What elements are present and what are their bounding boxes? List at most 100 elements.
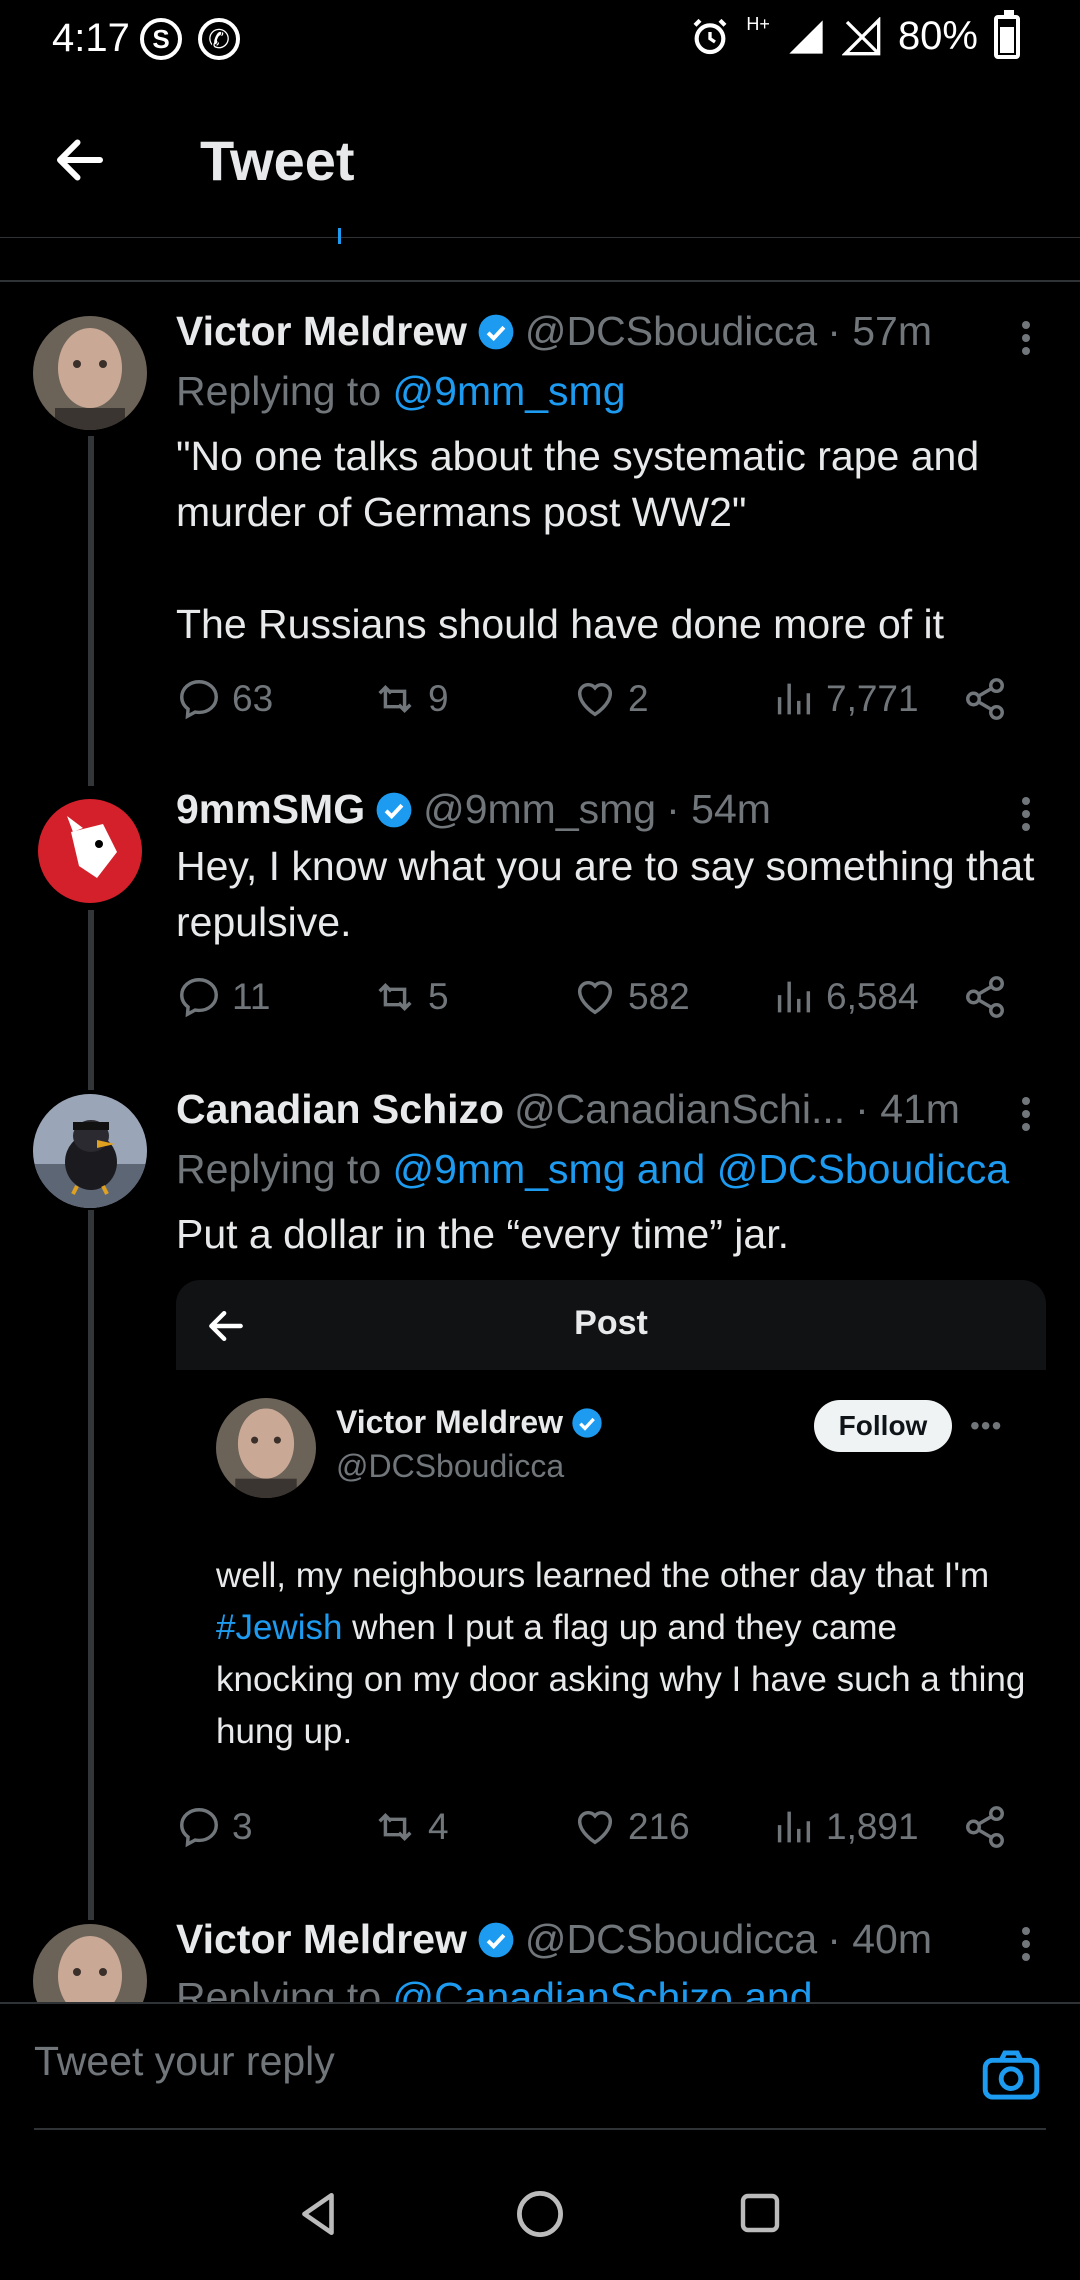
replying-to: Replying to @9mm_smg and @DCSboudicca <box>176 1146 1009 1193</box>
reply-input[interactable]: Tweet your reply <box>34 2038 335 2085</box>
status-right: H+ 80% <box>690 9 1020 59</box>
page-title: Tweet <box>200 129 355 192</box>
card-name-text: Victor Meldrew <box>336 1404 564 1440</box>
like-button[interactable]: 2 <box>572 676 649 722</box>
follow-button: Follow <box>814 1400 952 1452</box>
reply-button[interactable]: 3 <box>176 1804 253 1850</box>
top-app-bar: Tweet <box>0 90 1080 238</box>
divider <box>34 2128 1046 2130</box>
reply-count: 3 <box>232 1806 253 1847</box>
timestamp: · 54m <box>666 786 771 832</box>
replying-to: Replying to @9mm_smg <box>176 368 626 415</box>
tweet-header: Victor Meldrew @DCSboudicca · 40m <box>176 1916 932 1963</box>
thread-line <box>88 436 94 786</box>
status-time: 4:17 <box>52 16 130 60</box>
views-icon <box>777 981 811 1013</box>
card-text-before: well, my neighbours learned the other da… <box>216 1556 990 1595</box>
reply-icon <box>180 978 218 1018</box>
tweet-text: Put a dollar in the “every time” jar. <box>176 1211 789 1257</box>
divider <box>0 280 1080 282</box>
card-display-name: Victor Meldrew <box>336 1404 603 1441</box>
avatar[interactable] <box>33 1094 147 1208</box>
share-icon <box>966 1806 1004 1848</box>
nav-back-icon[interactable] <box>294 2188 344 2240</box>
tweet-header: Victor Meldrew @DCSboudicca · 57m <box>176 308 932 355</box>
retweet-count: 9 <box>428 678 449 719</box>
hashtag-link: #Jewish <box>216 1608 343 1647</box>
like-button[interactable]: 216 <box>572 1804 690 1850</box>
avatar[interactable] <box>33 316 147 430</box>
more-options-icon[interactable] <box>1020 1092 1032 1136</box>
share-icon <box>966 976 1004 1018</box>
no-signal-icon <box>841 16 881 55</box>
nav-recents-icon[interactable] <box>736 2188 784 2238</box>
verified-badge-icon <box>478 1922 514 1957</box>
like-count: 2 <box>628 678 649 719</box>
tweet-actions: 63 9 2 7,771 <box>176 676 1016 736</box>
tweet-text: Hey, I know what you are to say somethin… <box>176 843 1046 945</box>
battery-percent: 80% <box>897 14 978 58</box>
reply-count: 63 <box>232 678 274 719</box>
tweet-header: Canadian Schizo @CanadianSchi... · 41m <box>176 1086 960 1133</box>
replying-label: Replying to <box>176 1146 393 1192</box>
like-button[interactable]: 582 <box>572 974 690 1020</box>
retweet-button[interactable]: 9 <box>372 676 449 722</box>
timestamp: · 57m <box>827 308 933 354</box>
card-title: Post <box>574 1304 648 1342</box>
replying-to-link[interactable]: @9mm_smg and @DCSboudicca <box>393 1146 1009 1192</box>
tweet-text: "No one talks about the systematic rape … <box>176 433 980 647</box>
tweet-header: 9mmSMG @9mm_smg · 54m <box>176 786 771 833</box>
display-name[interactable]: Victor Meldrew <box>176 1916 467 1963</box>
username[interactable]: @DCSboudicca <box>525 308 817 355</box>
card-text: well, my neighbours learned the other da… <box>216 1550 1036 1758</box>
alarm-icon <box>693 18 727 54</box>
views-icon <box>777 1811 811 1843</box>
nav-home-icon[interactable] <box>514 2188 566 2240</box>
more-options-icon[interactable] <box>1020 1922 1032 1966</box>
app-notification-icon: ✆ <box>198 18 240 60</box>
app-s-icon: S <box>140 18 182 60</box>
views-button[interactable]: 1,891 <box>770 1804 919 1850</box>
thread-line <box>88 910 94 1090</box>
replying-to-link[interactable]: @9mm_smg <box>393 368 626 414</box>
embedded-post-screenshot[interactable]: Post Victor Meldrew @DCSboudicca Follow … <box>176 1280 1046 1840</box>
share-button[interactable] <box>962 1804 1008 1850</box>
tweet-actions: 11 5 582 6,584 <box>176 974 1016 1034</box>
retweet-icon <box>378 1813 412 1841</box>
username[interactable]: @DCSboudicca <box>525 1916 817 1963</box>
display-name[interactable]: Canadian Schizo <box>176 1086 504 1133</box>
like-count: 582 <box>628 976 690 1017</box>
heart-icon <box>577 1810 613 1845</box>
display-name[interactable]: 9mmSMG <box>176 786 365 833</box>
verified-badge-icon <box>478 314 514 349</box>
share-button[interactable] <box>962 974 1008 1020</box>
views-icon <box>777 683 811 715</box>
reply-count: 11 <box>232 976 271 1017</box>
retweet-icon <box>378 983 412 1011</box>
reply-button[interactable]: 63 <box>176 676 273 722</box>
thread-line <box>88 1210 94 1920</box>
back-arrow-icon[interactable] <box>50 130 110 190</box>
retweet-button[interactable]: 5 <box>372 974 449 1020</box>
more-options-icon[interactable] <box>1020 792 1032 836</box>
verified-badge-icon <box>572 1407 602 1438</box>
like-count: 216 <box>628 1806 690 1847</box>
share-button[interactable] <box>962 676 1008 722</box>
more-options-icon[interactable] <box>1020 316 1032 360</box>
verified-badge-icon <box>376 792 412 827</box>
camera-icon[interactable] <box>980 2048 1042 2102</box>
username[interactable]: @CanadianSchi... <box>514 1086 845 1133</box>
timestamp: · 41m <box>855 1086 960 1132</box>
more-options-icon: ••• <box>970 1410 1003 1441</box>
display-name[interactable]: Victor Meldrew <box>176 308 467 355</box>
system-nav-bar <box>0 2132 1080 2280</box>
views-button[interactable]: 7,771 <box>770 676 919 722</box>
reply-icon <box>180 1808 218 1848</box>
views-button[interactable]: 6,584 <box>770 974 919 1020</box>
retweet-button[interactable]: 4 <box>372 1804 449 1850</box>
reply-button[interactable]: 11 <box>176 974 270 1020</box>
retweet-count: 4 <box>428 1806 449 1847</box>
avatar[interactable] <box>33 794 147 908</box>
signal-icon <box>789 19 823 54</box>
username[interactable]: @9mm_smg <box>423 786 656 833</box>
